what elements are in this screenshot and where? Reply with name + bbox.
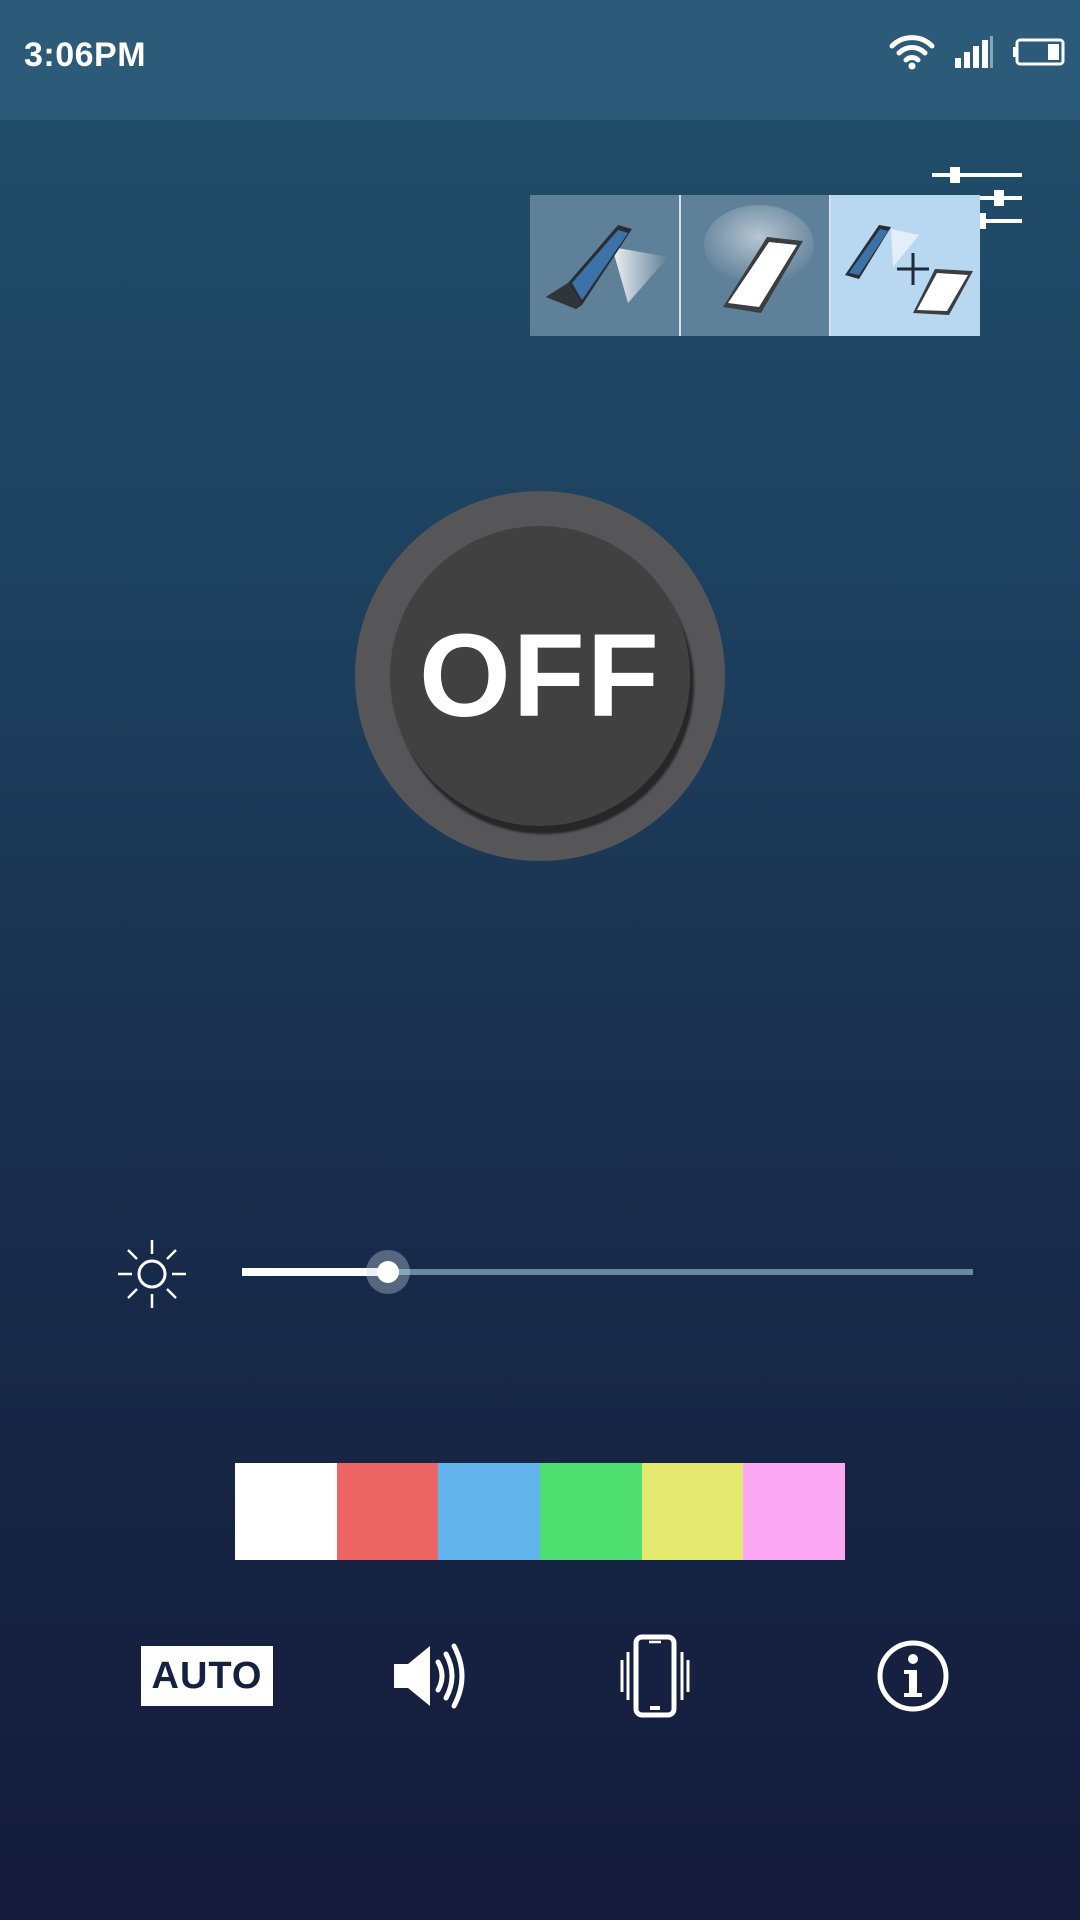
color-swatch-4[interactable] (540, 1463, 642, 1560)
power-label: OFF (419, 610, 661, 742)
brightness-slider[interactable] (242, 1250, 973, 1294)
vibrate-icon[interactable] (620, 1634, 690, 1718)
mode-selector (530, 195, 981, 336)
phone-screen-light-icon (703, 205, 814, 313)
info-icon[interactable] (876, 1639, 950, 1713)
auto-button[interactable]: AUTO (141, 1646, 273, 1706)
power-button-ring: OFF (355, 491, 725, 861)
phone-flash-icon (546, 225, 668, 309)
color-swatch-5[interactable] (641, 1463, 744, 1560)
status-time: 3:06PM (24, 36, 147, 74)
color-swatch-3[interactable] (438, 1463, 541, 1560)
color-swatches (235, 1463, 846, 1560)
color-swatch-6[interactable] (743, 1463, 846, 1560)
battery-icon (1013, 38, 1065, 66)
color-swatch-1[interactable] (235, 1463, 337, 1560)
screen-light-mode-button[interactable] (678, 195, 830, 336)
status-bar: 3:06PM (0, 0, 1080, 120)
camera-flash-mode-button[interactable] (530, 195, 679, 336)
power-button[interactable]: OFF (390, 526, 690, 826)
phone-flash-plus-screen-icon (845, 225, 974, 315)
sun-icon (116, 1238, 188, 1310)
combined-mode-button[interactable] (829, 195, 981, 336)
speaker-icon[interactable] (390, 1638, 470, 1714)
brightness-slider-thumb[interactable] (366, 1250, 411, 1294)
wifi-icon (889, 35, 935, 70)
color-swatch-2[interactable] (336, 1463, 439, 1560)
cellular-signal-icon (955, 36, 993, 68)
status-icons (888, 34, 1066, 70)
